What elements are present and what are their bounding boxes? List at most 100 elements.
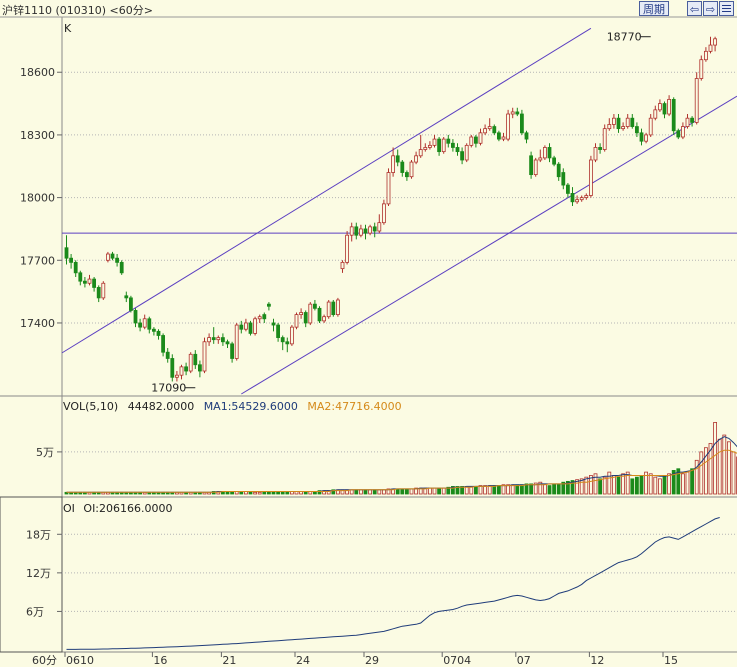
- candle-body: [391, 155, 396, 173]
- candle-body: [612, 117, 616, 125]
- volume-bar: [400, 488, 405, 495]
- candle-body: [625, 117, 630, 127]
- candle-body: [515, 111, 520, 115]
- candle-body: [648, 117, 653, 136]
- candle-body: [197, 364, 202, 372]
- candle-body: [345, 234, 350, 263]
- candle-body: [303, 312, 308, 324]
- candle-body: [658, 103, 662, 111]
- volume-bar: [690, 468, 694, 495]
- candle-body: [547, 147, 552, 159]
- candle-body: [381, 203, 386, 224]
- oi-line: [66, 517, 720, 650]
- candle-body: [699, 59, 704, 79]
- candle-body: [216, 337, 221, 341]
- candle-body: [635, 126, 639, 134]
- candle-body: [616, 117, 621, 130]
- candle-body: [193, 353, 198, 366]
- volume-bar-series: [64, 422, 737, 495]
- volume-bar: [616, 476, 621, 495]
- candle-body: [607, 124, 612, 130]
- candle-body: [386, 172, 391, 205]
- candle-body: [335, 299, 340, 316]
- candle-body: [257, 316, 262, 320]
- volume-bar: [727, 441, 731, 495]
- volume-bar: [496, 485, 501, 495]
- candle-body: [184, 366, 189, 372]
- candle-body: [322, 316, 327, 322]
- candle-body: [630, 117, 635, 127]
- candle-body: [404, 172, 409, 178]
- candle-body: [506, 113, 511, 140]
- candle-body: [147, 318, 152, 330]
- candle-body: [349, 226, 354, 236]
- candle-body: [133, 310, 138, 324]
- candle-body: [363, 228, 368, 234]
- volume-bar: [437, 487, 442, 495]
- volume-bar: [363, 489, 368, 495]
- candle-body: [326, 301, 331, 318]
- volume-bar: [699, 451, 704, 495]
- candle-body: [483, 128, 488, 134]
- volume-bar: [377, 489, 382, 495]
- candle-body: [188, 353, 193, 372]
- candle-body: [469, 136, 474, 146]
- volume-bar: [658, 478, 662, 495]
- volume-bar: [253, 491, 258, 495]
- grid-lines: [62, 71, 737, 324]
- candle-body: [243, 322, 248, 330]
- candle-body: [473, 136, 478, 144]
- candle-body: [602, 128, 607, 150]
- volume-title: VOL(5,10): [63, 400, 118, 413]
- x-axis-unit: 60分: [32, 654, 57, 667]
- x-axis-labels: 0610 16 21 24 29 0704 07 12 15: [64, 652, 678, 667]
- x-tick-label: 21: [222, 654, 236, 667]
- candle-body: [358, 228, 363, 236]
- candle-body: [570, 193, 575, 203]
- candle-body: [639, 132, 644, 142]
- x-tick-label: 16: [153, 654, 167, 667]
- candle-body: [414, 155, 419, 163]
- volume-bar: [510, 484, 515, 495]
- candle-body: [234, 324, 239, 359]
- candle-body: [593, 147, 598, 161]
- candle-body: [142, 318, 147, 328]
- candle-body: [308, 303, 313, 324]
- volume-bar: [639, 475, 644, 495]
- candle-body: [156, 330, 161, 336]
- candle-body: [161, 335, 166, 353]
- price-tick-label: 18600: [20, 66, 55, 79]
- price-y-ticks: 17400 17700 18000 18300 18600: [20, 66, 62, 330]
- candle-body: [621, 126, 625, 130]
- candle-body: [464, 144, 469, 161]
- candle-body: [556, 163, 561, 178]
- volume-bar: [404, 488, 409, 495]
- candle-body: [248, 322, 253, 334]
- candle-body: [299, 312, 304, 316]
- candle-body: [566, 184, 570, 194]
- candle-body: [73, 261, 78, 274]
- candle-body: [69, 257, 73, 263]
- volume-bar: [409, 488, 414, 495]
- volume-bar: [717, 438, 722, 495]
- candle-body: [423, 147, 428, 150]
- volume-bar: [427, 487, 432, 495]
- candle-body: [354, 226, 359, 236]
- volume-bar: [441, 487, 446, 495]
- x-tick-label: 15: [664, 654, 678, 667]
- candle-body: [478, 132, 483, 144]
- volume-bar: [354, 489, 359, 495]
- candle-body: [64, 247, 69, 259]
- candle-body: [575, 199, 579, 203]
- candle-body: [225, 341, 230, 345]
- candle-body: [446, 138, 451, 144]
- candle-body: [285, 341, 290, 345]
- volume-bar: [372, 489, 377, 495]
- candle-body: [395, 155, 400, 163]
- candle-body: [427, 144, 432, 148]
- volume-bar: [635, 476, 639, 495]
- candle-body: [96, 287, 101, 299]
- candle-body: [312, 303, 317, 309]
- candle-body: [501, 136, 506, 140]
- candle-body: [128, 297, 133, 311]
